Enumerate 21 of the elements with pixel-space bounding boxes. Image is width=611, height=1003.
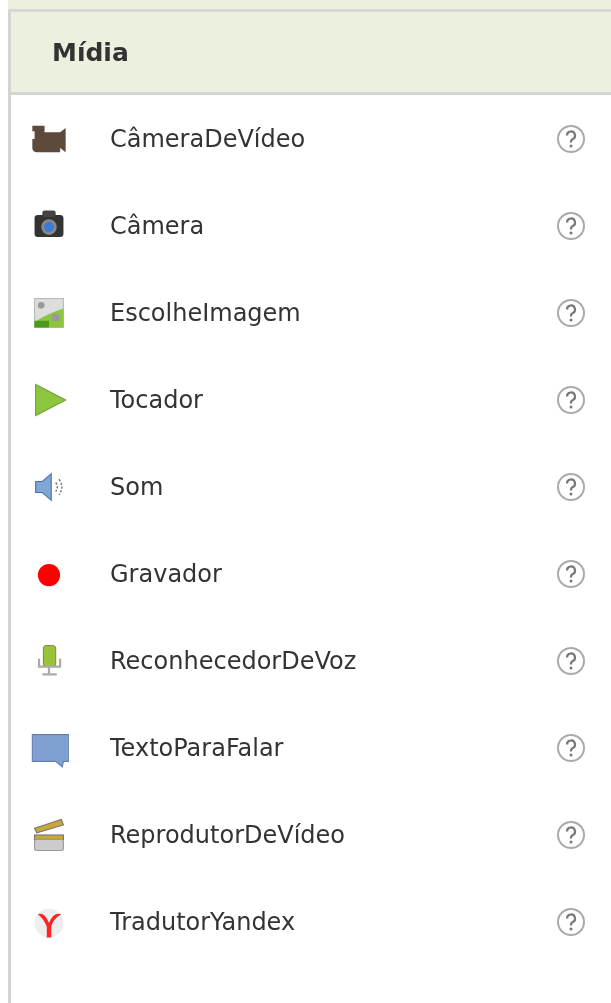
help-icon[interactable] (556, 123, 586, 154)
component-name[interactable]: TradutorYandex (110, 907, 556, 936)
component-name[interactable]: Gravador (110, 559, 556, 588)
component-name[interactable]: EscolheImagem (110, 298, 556, 327)
component-name[interactable]: CâmeraDeVídeo (110, 124, 556, 153)
component-name[interactable]: Som (110, 472, 556, 501)
help-icon[interactable] (556, 471, 586, 502)
component-name[interactable]: Câmera (110, 211, 556, 240)
help-icon[interactable] (556, 558, 586, 589)
help-icon[interactable] (556, 210, 586, 241)
component-name[interactable]: ReprodutorDeVídeo (110, 820, 556, 849)
help-icon[interactable] (556, 906, 586, 937)
panel-title: Mídia (52, 37, 129, 67)
help-icon[interactable] (556, 384, 586, 415)
component-name[interactable]: Tocador (110, 385, 556, 414)
component-name[interactable]: ReconhecedorDeVoz (110, 646, 556, 675)
help-icon[interactable] (556, 645, 586, 676)
help-icon[interactable] (556, 732, 586, 763)
help-icon[interactable] (556, 819, 586, 850)
help-icon[interactable] (556, 297, 586, 328)
component-name[interactable]: TextoParaFalar (110, 733, 556, 762)
